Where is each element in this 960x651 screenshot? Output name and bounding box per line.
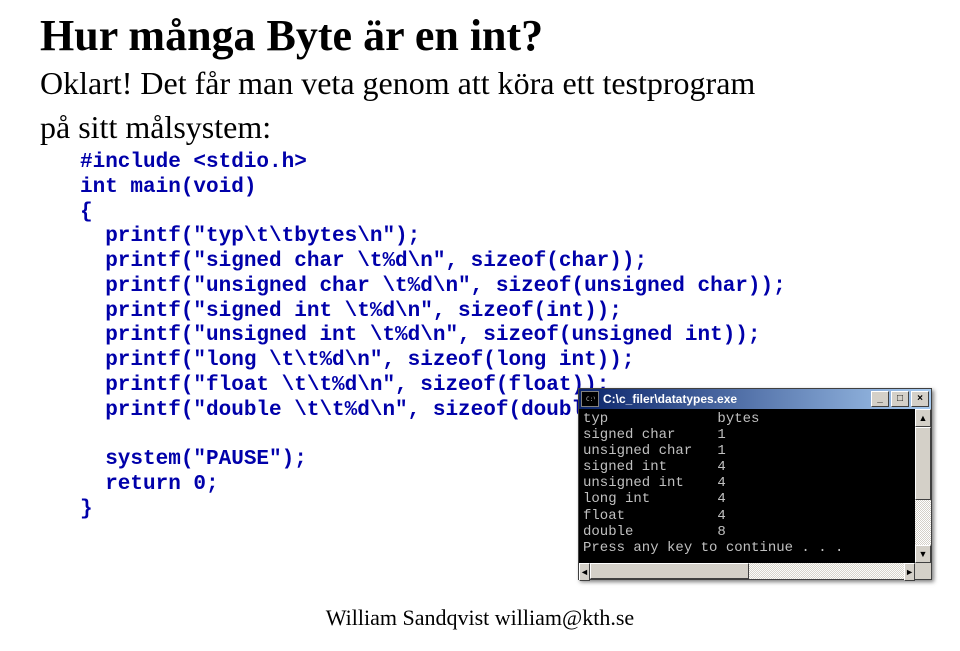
- intro-line-2: på sitt målsystem:: [40, 107, 920, 147]
- console-app-icon: C:\: [581, 391, 599, 407]
- svg-text:C:\: C:\: [586, 396, 595, 403]
- horizontal-scroll-thumb[interactable]: [590, 563, 749, 579]
- scroll-up-button[interactable]: ▲: [915, 409, 931, 427]
- scroll-down-button[interactable]: ▼: [915, 545, 931, 563]
- console-title: C:\c_filer\datatypes.exe: [603, 392, 869, 406]
- console-output: typ bytes signed char 1 unsigned char 1 …: [579, 409, 915, 563]
- horizontal-scrollbar[interactable]: ◄ ►: [579, 563, 915, 579]
- vertical-scrollbar[interactable]: ▲ ▼: [915, 409, 931, 563]
- close-button[interactable]: ×: [911, 391, 929, 407]
- console-window: C:\ C:\c_filer\datatypes.exe _ □ × typ b…: [578, 388, 932, 580]
- vertical-scroll-thumb[interactable]: [915, 427, 931, 500]
- vertical-scroll-track[interactable]: [915, 427, 931, 545]
- scroll-right-button[interactable]: ►: [904, 563, 915, 581]
- footer: William Sandqvist william@kth.se: [0, 605, 960, 631]
- horizontal-scroll-track[interactable]: [590, 563, 904, 579]
- minimize-button[interactable]: _: [871, 391, 889, 407]
- console-titlebar[interactable]: C:\ C:\c_filer\datatypes.exe _ □ ×: [579, 389, 931, 409]
- scrollbar-corner: [915, 563, 931, 579]
- intro-line-1: Oklart! Det får man veta genom att köra …: [40, 63, 920, 103]
- page-title: Hur många Byte är en int?: [40, 10, 920, 61]
- scroll-left-button[interactable]: ◄: [579, 563, 590, 581]
- maximize-button[interactable]: □: [891, 391, 909, 407]
